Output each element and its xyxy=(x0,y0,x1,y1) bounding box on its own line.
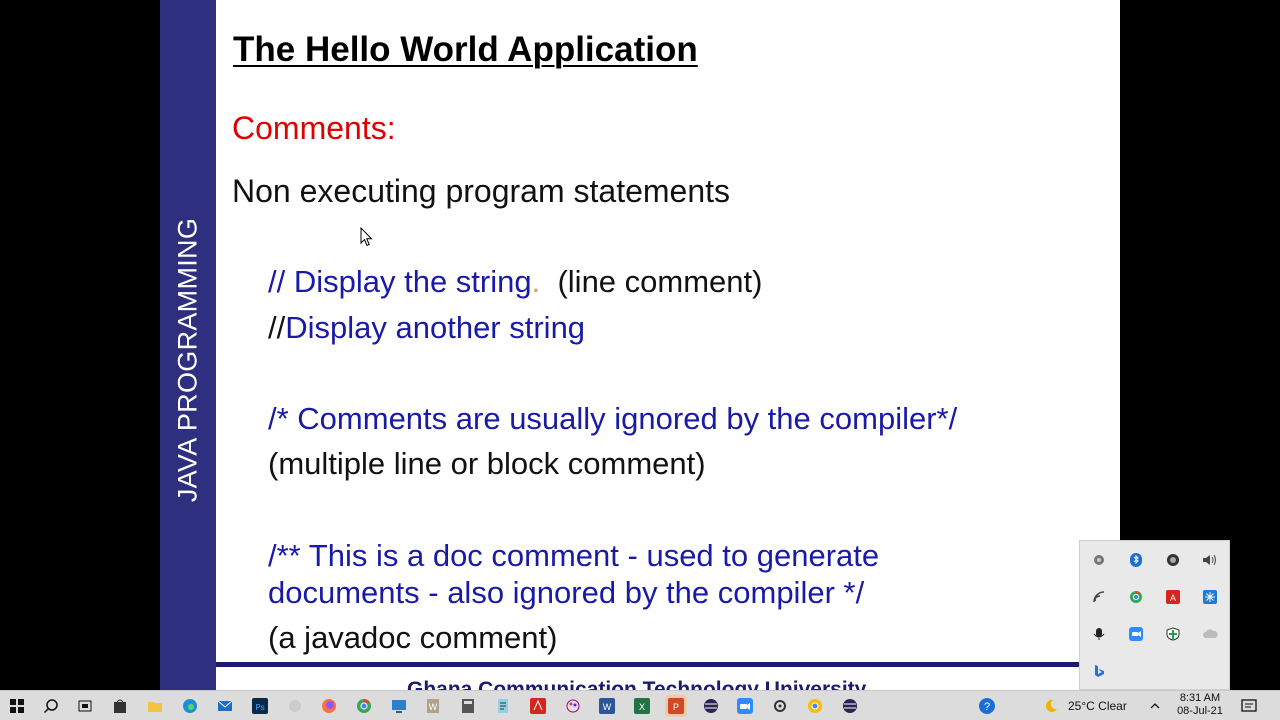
microphone-icon[interactable] xyxy=(1080,615,1117,652)
svg-text:?: ? xyxy=(984,701,990,713)
code-line-2: //Display another string xyxy=(268,312,585,343)
chrome-taskbar-icon-2[interactable] xyxy=(804,695,826,717)
app-icon-2[interactable] xyxy=(284,695,306,717)
eclipse-icon[interactable] xyxy=(700,695,722,717)
adobe-icon[interactable]: A xyxy=(1154,578,1191,615)
code-line-1: // Display the string. (line comment) xyxy=(268,266,762,297)
taskbar: Ps W W X P ? 25°C Clear 8:31 AM 08-Jul-2… xyxy=(0,690,1280,720)
block-comment-note: (multiple line or block comment) xyxy=(268,446,706,481)
word-icon[interactable]: W xyxy=(596,695,618,717)
svg-text:A: A xyxy=(1169,593,1175,603)
search-icon[interactable] xyxy=(40,695,62,717)
volume-icon[interactable] xyxy=(1191,541,1228,578)
slide-subheading: Non executing program statements xyxy=(232,173,731,209)
remote-desktop-icon[interactable] xyxy=(388,695,410,717)
slide-title: The Hello World Application xyxy=(233,30,698,69)
store-icon[interactable] xyxy=(109,695,131,717)
chevron-up-icon[interactable] xyxy=(1144,695,1166,717)
powerpoint-icon[interactable]: P xyxy=(665,695,687,717)
doc-comment-example-line-2: documents - also ignored by the compiler… xyxy=(268,575,865,610)
svg-text:X: X xyxy=(639,702,645,712)
chrome-taskbar-icon[interactable] xyxy=(353,695,375,717)
block-comment-example: /* Comments are usually ignored by the c… xyxy=(268,401,958,436)
calculator-icon[interactable] xyxy=(457,695,479,717)
weather-text[interactable]: 25°C Clear xyxy=(1068,699,1127,713)
shield-icon[interactable] xyxy=(1154,615,1191,652)
svg-text:P: P xyxy=(673,702,679,712)
line-dot: . xyxy=(531,264,541,299)
bing-icon[interactable] xyxy=(1080,652,1117,689)
help-icon[interactable]: ? xyxy=(976,695,998,717)
edge-icon[interactable] xyxy=(179,695,201,717)
svg-text:Ps: Ps xyxy=(255,703,264,712)
mouse-cursor-icon xyxy=(360,227,373,247)
paint-icon[interactable] xyxy=(562,695,584,717)
doc-comment-note: (a javadoc comment) xyxy=(268,620,558,655)
clock-time: 8:31 AM xyxy=(1179,692,1221,704)
presentation-slide: JAVA PROGRAMMING The Hello World Applica… xyxy=(160,0,1120,690)
svg-text:W: W xyxy=(429,702,438,712)
word-doc-icon[interactable]: W xyxy=(422,695,444,717)
notification-icon[interactable] xyxy=(1238,695,1260,717)
file-explorer-icon[interactable] xyxy=(144,695,166,717)
tray-overflow-flyout: A xyxy=(1079,540,1230,690)
doc-comment-example-line-1: /** This is a doc comment - used to gene… xyxy=(268,538,880,573)
screen-record-icon[interactable] xyxy=(1080,541,1117,578)
task-view-icon[interactable] xyxy=(74,695,96,717)
bluetooth-icon[interactable] xyxy=(1117,541,1154,578)
cloud-icon[interactable] xyxy=(1191,615,1228,652)
app-icon[interactable] xyxy=(1154,541,1191,578)
line-comment-example-2: Display another string xyxy=(285,310,586,345)
weather-moon-icon xyxy=(1040,695,1062,717)
chrome-icon[interactable] xyxy=(1117,578,1154,615)
excel-icon[interactable]: X xyxy=(631,695,653,717)
slide-sidebar: JAVA PROGRAMMING xyxy=(160,0,216,690)
acrobat-icon[interactable] xyxy=(527,695,549,717)
slide-heading: Comments: xyxy=(232,110,396,146)
system-clock[interactable]: 8:31 AM 08-Jul-21 xyxy=(1172,692,1228,718)
photoshop-icon[interactable]: Ps xyxy=(249,695,271,717)
wifi-icon[interactable] xyxy=(1080,578,1117,615)
firefox-icon[interactable] xyxy=(318,695,340,717)
snowflake-icon[interactable] xyxy=(1191,578,1228,615)
sidebar-label: JAVA PROGRAMMING xyxy=(172,217,203,503)
footer-university: Ghana Communication Technology Universit… xyxy=(407,678,867,690)
clock-date: 08-Jul-21 xyxy=(1177,705,1223,717)
line-comment-example: // Display the string xyxy=(268,264,532,299)
eclipse-icon-2[interactable] xyxy=(839,695,861,717)
windows-start-icon[interactable] xyxy=(6,695,28,717)
mail-icon[interactable] xyxy=(214,695,236,717)
line-comment-slashes: // xyxy=(268,310,286,345)
zoom-icon[interactable] xyxy=(1117,615,1154,652)
settings-gear-icon[interactable] xyxy=(769,695,791,717)
footer-rule xyxy=(216,662,1120,667)
notepad-icon[interactable] xyxy=(492,695,514,717)
line-comment-note: (line comment) xyxy=(557,264,763,299)
zoom-taskbar-icon[interactable] xyxy=(734,695,756,717)
svg-text:W: W xyxy=(603,702,612,712)
